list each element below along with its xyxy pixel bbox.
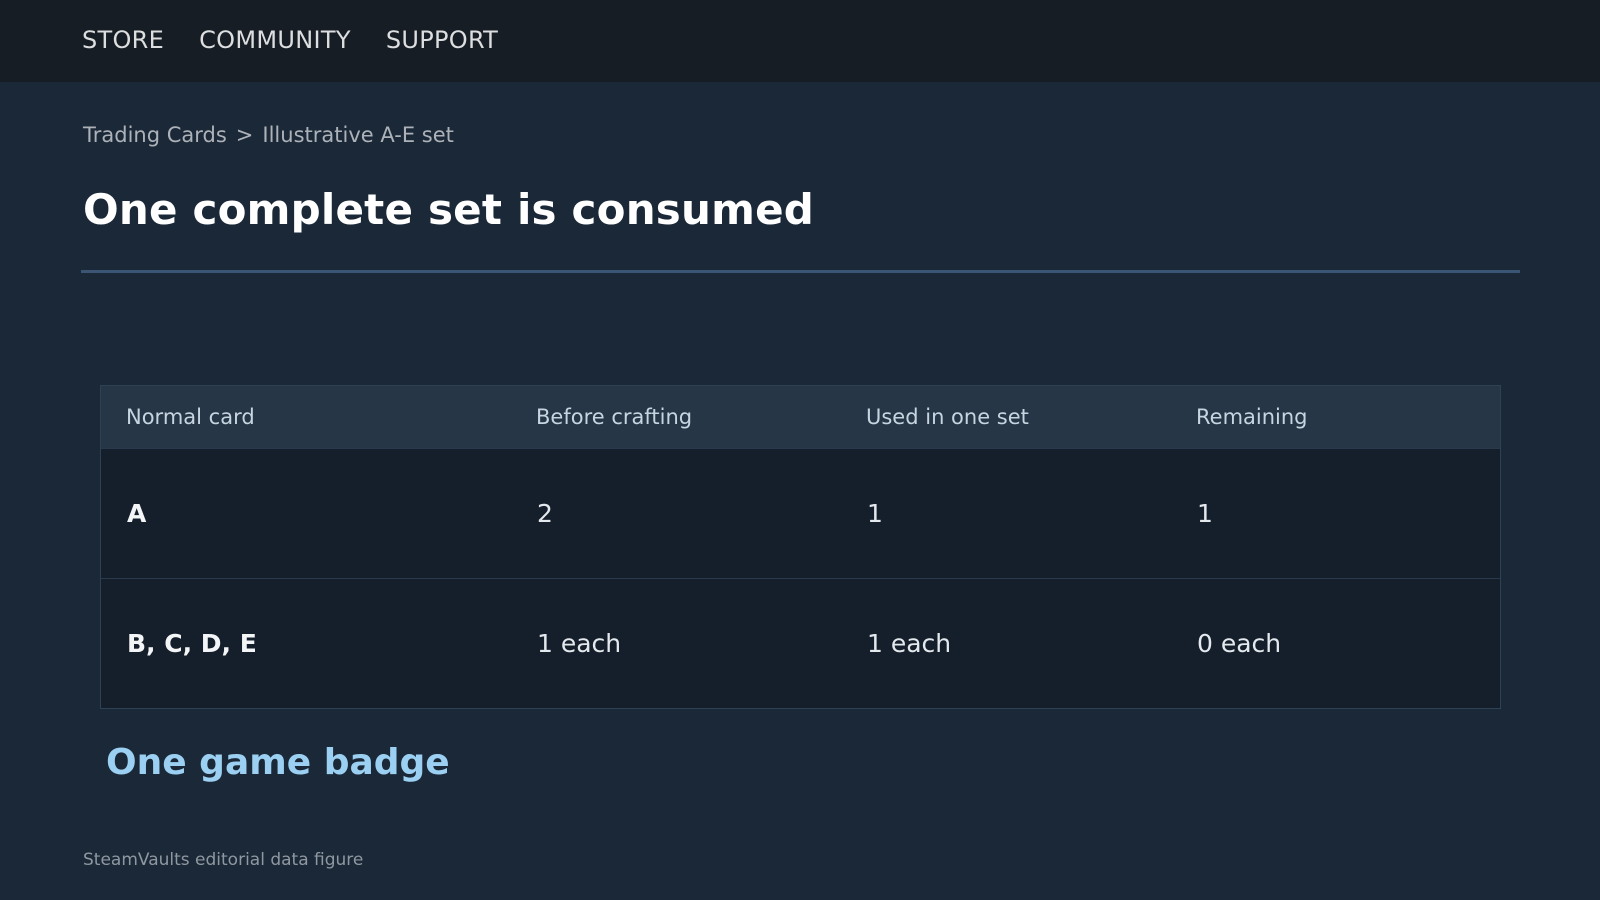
top-nav: STORE COMMUNITY SUPPORT bbox=[0, 0, 1600, 82]
breadcrumb-separator: > bbox=[235, 123, 254, 147]
title-divider bbox=[81, 270, 1520, 273]
cell-remaining: 0 each bbox=[1171, 577, 1500, 708]
main-content: Trading Cards > Illustrative A-E set One… bbox=[0, 120, 1600, 237]
header-before-crafting: Before crafting bbox=[536, 404, 693, 429]
cell-remaining: 1 bbox=[1171, 447, 1500, 578]
table-row: B, C, D, E 1 each 1 each 0 each bbox=[101, 577, 1500, 708]
cell-card: B, C, D, E bbox=[101, 577, 511, 708]
header-used-in-one-set: Used in one set bbox=[866, 404, 1029, 429]
result-heading: One game badge bbox=[106, 742, 450, 783]
cell-before: 1 each bbox=[511, 577, 841, 708]
nav-support-link[interactable]: SUPPORT bbox=[386, 26, 498, 56]
breadcrumb-current: Illustrative A-E set bbox=[262, 123, 454, 147]
table-header-row: Normal card Before crafting Used in one … bbox=[101, 386, 1500, 448]
page-title: One complete set is consumed bbox=[83, 185, 815, 234]
breadcrumb: Trading Cards > Illustrative A-E set bbox=[83, 120, 1520, 150]
nav-store-link[interactable]: STORE bbox=[82, 26, 164, 56]
breadcrumb-parent-link[interactable]: Trading Cards bbox=[83, 123, 227, 147]
header-normal-card: Normal card bbox=[126, 404, 255, 429]
nav-community-link[interactable]: COMMUNITY bbox=[199, 26, 351, 56]
card-table: Normal card Before crafting Used in one … bbox=[100, 385, 1501, 709]
cell-used: 1 bbox=[841, 447, 1171, 578]
header-remaining: Remaining bbox=[1196, 404, 1308, 429]
table-row: A 2 1 1 bbox=[101, 447, 1500, 578]
cell-used: 1 each bbox=[841, 577, 1171, 708]
cell-card: A bbox=[101, 447, 511, 578]
cell-before: 2 bbox=[511, 447, 841, 578]
footer-note: SteamVaults editorial data figure bbox=[83, 850, 364, 870]
